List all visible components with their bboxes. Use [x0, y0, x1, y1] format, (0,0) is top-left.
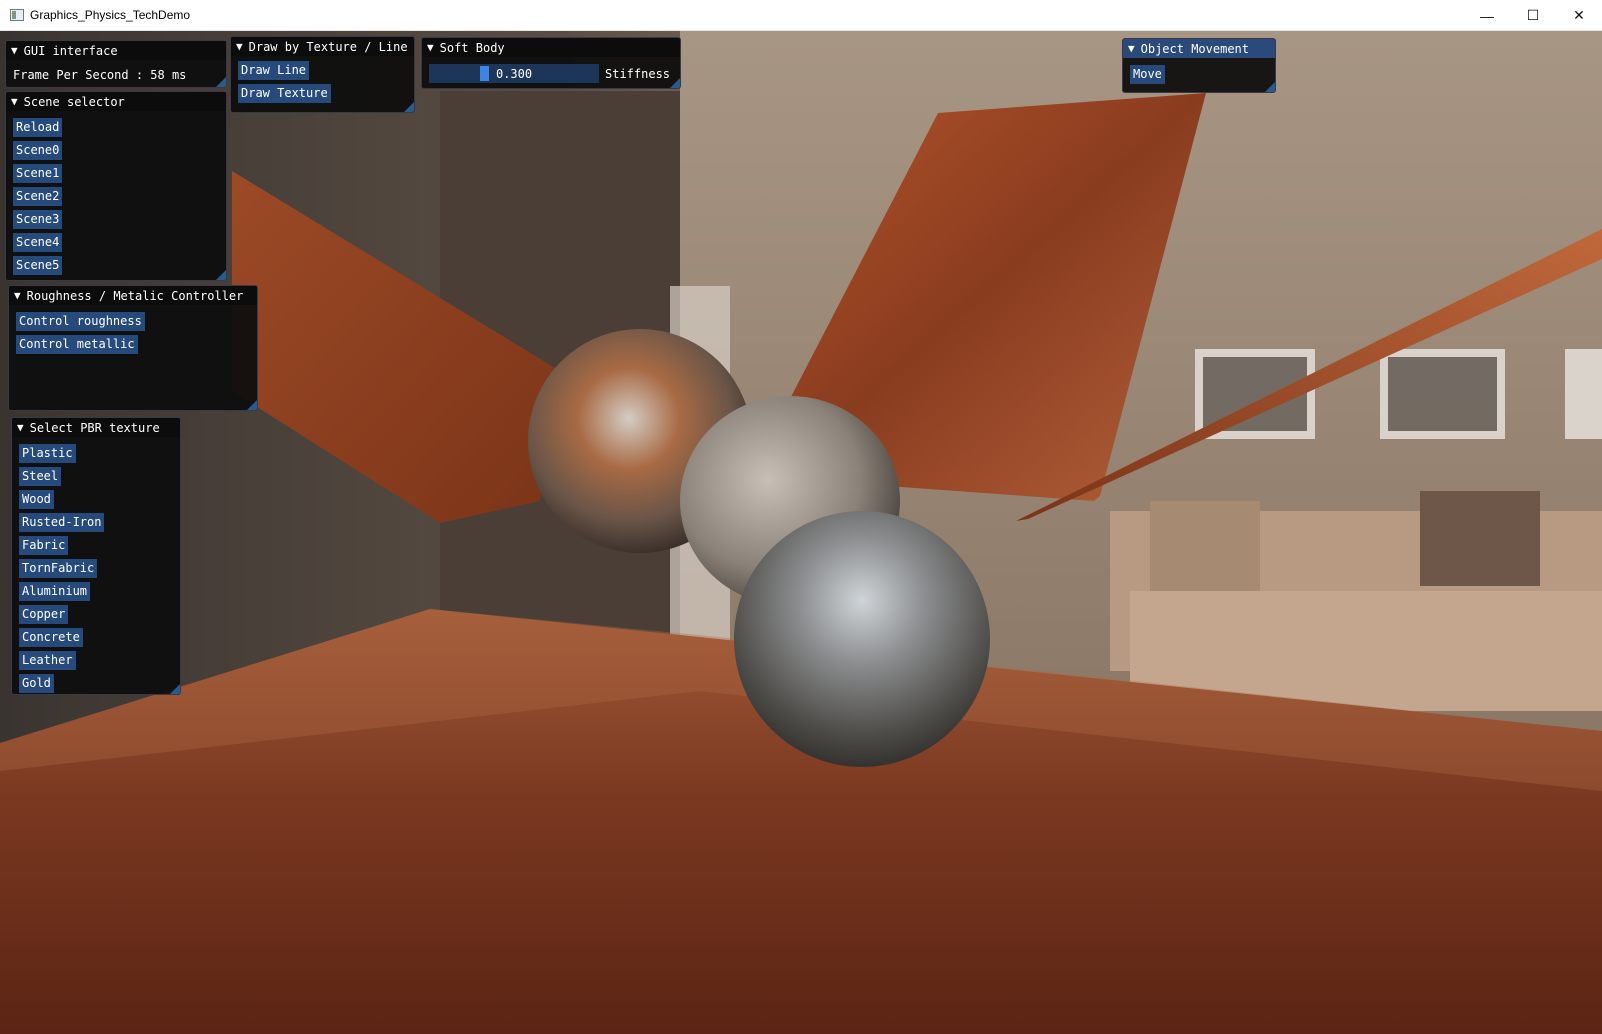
maximize-button[interactable]: ☐: [1510, 0, 1556, 31]
triangle-down-icon[interactable]: ▼: [11, 44, 18, 57]
texture-steel-button[interactable]: Steel: [19, 467, 62, 486]
scene2-button[interactable]: Scene2: [13, 187, 63, 206]
draw-mode-title: Draw by Texture / Line: [248, 39, 408, 54]
draw-line-button[interactable]: Draw Line: [238, 61, 310, 80]
triangle-down-icon[interactable]: ▼: [11, 95, 18, 108]
close-button[interactable]: ✕: [1556, 0, 1602, 31]
render-viewport[interactable]: ▼ GUI interface Frame Per Second : 58 ms…: [0, 31, 1602, 1034]
stiffness-slider[interactable]: 0.300: [429, 64, 599, 83]
texture-aluminium-button[interactable]: Aluminium: [19, 582, 91, 601]
texture-concrete-button[interactable]: Concrete: [19, 628, 83, 647]
move-button[interactable]: Move: [1130, 65, 1165, 84]
draw-texture-button[interactable]: Draw Texture: [238, 84, 331, 103]
texture-tornfabric-button[interactable]: TornFabric: [19, 559, 98, 578]
window-titlebar[interactable]: Graphics_Physics_TechDemo — ☐ ✕: [0, 0, 1602, 31]
scene-selector-header[interactable]: ▼ Scene selector: [6, 92, 226, 111]
material-controller-window[interactable]: ▼ Roughness / Metalic Controller Control…: [8, 285, 258, 411]
resize-grip-icon[interactable]: [670, 78, 680, 88]
slider-knob[interactable]: [480, 66, 489, 81]
soft-body-window[interactable]: ▼ Soft Body 0.300 Stiffness: [421, 37, 681, 89]
texture-leather-button[interactable]: Leather: [19, 651, 76, 670]
pbr-texture-title: Select PBR texture: [29, 420, 160, 435]
soft-body-title: Soft Body: [439, 40, 505, 55]
draw-mode-window[interactable]: ▼ Draw by Texture / Line Draw Line Draw …: [230, 36, 415, 113]
material-controller-header[interactable]: ▼ Roughness / Metalic Controller: [9, 286, 257, 305]
window-app-icon: [10, 9, 24, 21]
resize-grip-icon[interactable]: [247, 400, 257, 410]
pbr-texture-window[interactable]: ▼ Select PBR texture Plastic Steel Wood …: [11, 417, 181, 695]
texture-rusted-iron-button[interactable]: Rusted-Iron: [19, 513, 105, 532]
object-movement-header[interactable]: ▼ Object Movement: [1123, 39, 1275, 58]
triangle-down-icon[interactable]: ▼: [427, 41, 434, 54]
scene3-button[interactable]: Scene3: [13, 210, 63, 229]
object-movement-title: Object Movement: [1140, 41, 1249, 56]
scene-selector-window[interactable]: ▼ Scene selector Reload Scene0 Scene1 Sc…: [5, 91, 227, 281]
resize-grip-icon[interactable]: [170, 684, 180, 694]
gui-interface-window[interactable]: ▼ GUI interface Frame Per Second : 58 ms: [5, 40, 227, 88]
object-movement-window[interactable]: ▼ Object Movement Move: [1122, 38, 1276, 93]
scene-render: [0, 31, 1602, 1034]
scene-selector-title: Scene selector: [23, 94, 125, 109]
resize-grip-icon[interactable]: [1265, 82, 1275, 92]
texture-copper-button[interactable]: Copper: [19, 605, 69, 624]
gui-interface-header[interactable]: ▼ GUI interface: [6, 41, 226, 60]
resize-grip-icon[interactable]: [404, 102, 414, 112]
reload-button[interactable]: Reload: [13, 118, 63, 137]
control-roughness-button[interactable]: Control roughness: [16, 312, 145, 331]
minimize-button[interactable]: —: [1464, 0, 1510, 31]
scene5-button[interactable]: Scene5: [13, 256, 63, 275]
stiffness-value: 0.300: [495, 66, 533, 81]
draw-mode-header[interactable]: ▼ Draw by Texture / Line: [231, 37, 414, 56]
texture-plastic-button[interactable]: Plastic: [19, 444, 76, 463]
texture-fabric-button[interactable]: Fabric: [19, 536, 69, 555]
fps-text: Frame Per Second : 58 ms: [13, 68, 187, 82]
pbr-texture-header[interactable]: ▼ Select PBR texture: [12, 418, 180, 437]
scene0-button[interactable]: Scene0: [13, 141, 63, 160]
scene1-button[interactable]: Scene1: [13, 164, 63, 183]
stiffness-label: Stiffness: [605, 66, 671, 81]
control-metallic-button[interactable]: Control metallic: [16, 335, 138, 354]
resize-grip-icon[interactable]: [216, 270, 226, 280]
gui-interface-title: GUI interface: [23, 43, 118, 58]
triangle-down-icon[interactable]: ▼: [236, 40, 243, 53]
soft-body-header[interactable]: ▼ Soft Body: [422, 38, 680, 57]
material-controller-title: Roughness / Metalic Controller: [26, 288, 244, 303]
resize-grip-icon[interactable]: [216, 77, 226, 87]
triangle-down-icon[interactable]: ▼: [1128, 42, 1135, 55]
triangle-down-icon[interactable]: ▼: [17, 421, 24, 434]
scene4-button[interactable]: Scene4: [13, 233, 63, 252]
texture-gold-button[interactable]: Gold: [19, 674, 54, 693]
texture-wood-button[interactable]: Wood: [19, 490, 54, 509]
triangle-down-icon[interactable]: ▼: [14, 289, 21, 302]
window-title: Graphics_Physics_TechDemo: [30, 8, 191, 22]
